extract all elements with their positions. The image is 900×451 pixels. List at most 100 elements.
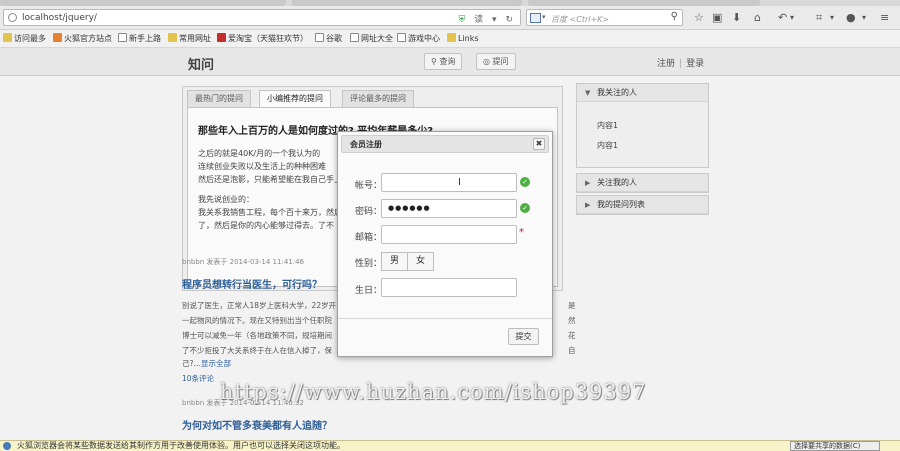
comments-link[interactable]: 10条评论: [182, 373, 214, 384]
chevron-down-icon[interactable]: ▾: [542, 13, 546, 21]
bookmark-item[interactable]: 常用网址: [168, 33, 211, 45]
triangle-right-icon: ▶: [585, 179, 591, 187]
bookmarks-icon[interactable]: ▣: [712, 10, 722, 26]
back-icon[interactable]: ↶: [778, 10, 787, 26]
featured-body-line: 之后的就是40K/月的一个我认为的: [198, 149, 321, 158]
question-title[interactable]: 为何对如不管多衰美都有人追随？: [182, 417, 332, 432]
folder-icon: [168, 33, 177, 42]
triangle-down-icon: ▼: [585, 89, 591, 97]
page-icon: [315, 33, 324, 42]
url-text[interactable]: localhost/jquery/: [22, 13, 97, 23]
search-bar[interactable]: ▾ 百度 <Ctrl+K> ⚲: [526, 9, 683, 26]
search-engine-icon[interactable]: [530, 13, 541, 23]
globe-icon: [8, 13, 17, 22]
toolbar-icons: ☆ ▣ ⬇ ⌂ ↶ ▾ ⌗ ▾ ● ▾ ≡: [690, 10, 900, 26]
question-body-line: 了不少拒投了大关系终于在人在信入掉了，保: [182, 346, 332, 355]
gender-female-button[interactable]: 女: [407, 252, 434, 271]
close-icon[interactable]: ✖: [533, 138, 545, 150]
taobao-icon: [217, 33, 226, 42]
reader-icon[interactable]: 读: [474, 15, 486, 25]
featured-body-line: 我先说创业的：: [198, 195, 254, 204]
watermark-text: https://www.huzhan.com/ishop39397: [220, 380, 647, 404]
bookmark-item[interactable]: Links: [447, 33, 479, 45]
featured-body-line: 我关系我销售工程，每个百十来万，然后: [198, 208, 342, 217]
featured-body-line: 然后还是泡影，只能希望能在我自己手上: [198, 175, 342, 184]
gender-male-button[interactable]: 男: [381, 252, 408, 271]
page-icon: [350, 33, 359, 42]
bookmark-item[interactable]: 访问最多: [3, 33, 46, 45]
question-body-line: 博士可以减免一年（各地政策不同，规培期间: [182, 331, 332, 340]
bookmarks-bar: 访问最多 火狐官方站点 新手上路 常用网址 爱淘宝（天猫狂欢节） 谷歌 网址大全…: [0, 30, 900, 48]
folder-icon: [3, 33, 12, 42]
shield-icon[interactable]: ⛨: [459, 15, 469, 25]
dialog-divider: [338, 318, 552, 319]
tab-recommended[interactable]: 小编推荐的提问: [259, 90, 331, 108]
email-field[interactable]: [381, 225, 517, 244]
question-title[interactable]: 程序员想转行当医生，可行吗？: [182, 276, 322, 291]
share-data-button[interactable]: 选择要共享的数据(C): [790, 441, 880, 451]
bookmark-item[interactable]: 爱淘宝（天猫狂欢节）: [217, 33, 308, 45]
sidebar-panel-header[interactable]: ▶ 我的提问列表: [577, 196, 708, 214]
url-bar-icons: ⛨ 读 ▾ ↻: [459, 12, 516, 25]
question-body-fragment: 然: [568, 316, 576, 325]
submit-button[interactable]: 提交: [508, 328, 539, 345]
search-icon[interactable]: ⚲: [671, 11, 678, 22]
triangle-right-icon: ▶: [585, 201, 591, 209]
bookmark-item[interactable]: 新手上路: [118, 33, 161, 45]
reload-icon[interactable]: ↻: [505, 15, 516, 25]
featured-body-line: 了，然后是你的内心能够过得去。了不: [198, 221, 334, 230]
chevron-down-icon[interactable]: ▾: [830, 10, 834, 26]
star-icon[interactable]: ☆: [694, 10, 704, 26]
birthday-field[interactable]: [381, 278, 517, 297]
chevron-down-icon[interactable]: ▾: [862, 10, 866, 26]
browser-toolbar: localhost/jquery/ ⛨ 读 ▾ ↻ ▾ 百度 <Ctrl+K> …: [0, 6, 900, 30]
login-link[interactable]: 登录: [686, 59, 704, 69]
page-icon: [118, 33, 127, 42]
dropdown-arrow-icon[interactable]: ▾: [492, 15, 500, 25]
bookmark-item[interactable]: 游戏中心: [397, 33, 440, 45]
password-field[interactable]: ●●●●●●: [381, 199, 517, 218]
separator: |: [679, 59, 683, 69]
question-body-fragment: 花: [568, 331, 576, 340]
home-icon[interactable]: ⌂: [754, 10, 761, 26]
sidebar-panel-followers: ▶ 关注我的人: [576, 173, 709, 193]
bookmark-item[interactable]: 网址大全: [350, 33, 393, 45]
header-links: 注册 | 登录: [657, 56, 704, 69]
sidebar-panel-my-questions: ▶ 我的提问列表: [576, 195, 709, 215]
sidebar-item[interactable]: 内容1: [577, 136, 708, 156]
show-all-link[interactable]: 显示全部: [201, 359, 231, 368]
search-button[interactable]: ⚲ 查询: [424, 53, 463, 70]
tab-hottest[interactable]: 最热门的提问: [187, 90, 251, 108]
menu-icon[interactable]: ≡: [880, 10, 889, 26]
required-mark: *: [519, 227, 524, 238]
page-icon: [397, 33, 406, 42]
search-placeholder: 百度 <Ctrl+K>: [551, 15, 610, 24]
register-link[interactable]: 注册: [657, 59, 675, 69]
site-logo[interactable]: 知问: [188, 54, 214, 73]
sidebar-item[interactable]: 内容1: [577, 116, 708, 136]
username-label: 帐号：: [354, 181, 382, 191]
birthday-label: 生日：: [354, 286, 382, 296]
bookmark-item[interactable]: 火狐官方站点: [53, 33, 112, 45]
valid-check-icon: ✓: [520, 203, 530, 213]
question-body-fragment: 是: [568, 301, 576, 310]
ask-button[interactable]: ◎ 提问: [476, 53, 516, 70]
chevron-down-icon[interactable]: ▾: [790, 10, 794, 26]
dialog-header[interactable]: 会员注册 ✖: [341, 135, 549, 153]
crop-icon[interactable]: ⌗: [816, 10, 822, 26]
featured-body-line: 连续创业失败以及生活上的种种困难: [198, 162, 326, 171]
info-icon: [3, 442, 11, 450]
bookmark-item[interactable]: 谷歌: [315, 33, 342, 45]
question-body-fragment: 自: [568, 346, 576, 355]
chat-icon[interactable]: ●: [846, 10, 856, 26]
sidebar-panel-header[interactable]: ▶ 关注我的人: [577, 174, 708, 192]
sidebar-panel-header[interactable]: ▼ 我关注的人: [577, 84, 708, 102]
download-icon[interactable]: ⬇: [732, 10, 741, 26]
gender-label: 性别：: [354, 259, 382, 269]
text-cursor-icon: I: [458, 177, 461, 188]
tab-most-commented[interactable]: 评论最多的提问: [342, 90, 414, 108]
url-bar[interactable]: localhost/jquery/ ⛨ 读 ▾ ↻: [3, 9, 521, 26]
valid-check-icon: ✓: [520, 177, 530, 187]
username-field[interactable]: I: [381, 173, 517, 192]
